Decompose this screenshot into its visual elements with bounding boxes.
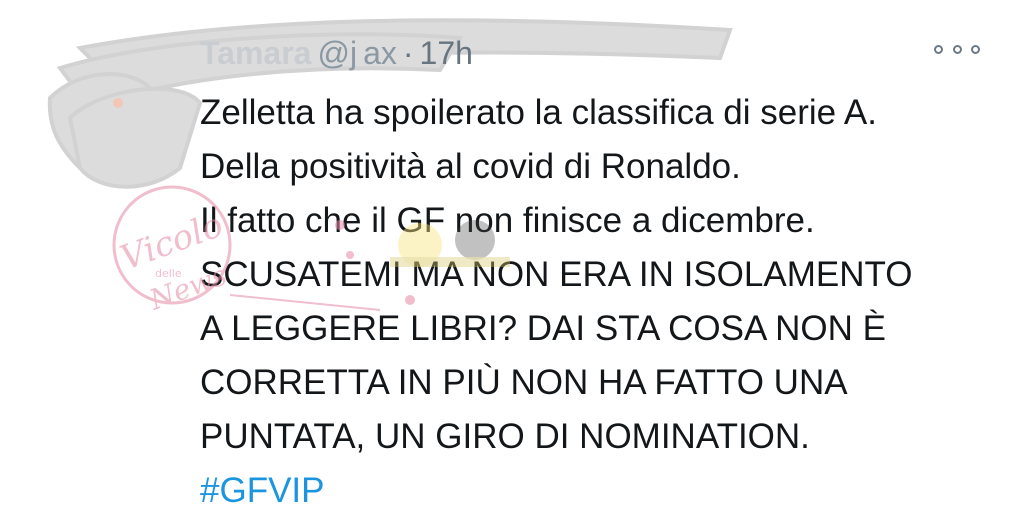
tweet-text: Zelletta ha spoilerato la classifica di … [200,86,1000,518]
user-handle-tail: ax [363,34,397,71]
timestamp[interactable]: 17h [420,35,473,72]
more-dot [952,44,962,54]
watermark-small: delle [155,267,182,280]
tweet-line: PUNTATA, UN GIRO DI NOMINATION. [200,417,810,456]
tweet-line: Zelletta ha spoilerato la classifica di … [200,93,877,132]
tweet-card[interactable]: Tamara @j ax · 17h Zelletta ha spoilerat… [0,0,1024,510]
tweet-line: CORRETTA IN PIÙ NON HA FATTO UNA [200,363,848,402]
user-handle[interactable]: @j [317,35,357,72]
tweet-line: SCUSATEMI MA NON ERA IN ISOLAMENTO [200,255,913,294]
more-dot [934,44,943,54]
separator-dot: · [402,34,414,71]
tweet-line: Il fatto che il GF non finisce a dicembr… [200,201,815,240]
display-name[interactable]: Tamara [200,35,311,72]
tweet-line: A LEGGERE LIBRI? DAI STA COSA NON È [200,309,886,348]
more-options-icon[interactable] [934,36,980,62]
tweet-line: Della positività al covid di Ronaldo. [200,147,741,186]
tweet-header: Tamara @j ax · 17h [200,28,473,78]
more-dot [971,44,980,54]
